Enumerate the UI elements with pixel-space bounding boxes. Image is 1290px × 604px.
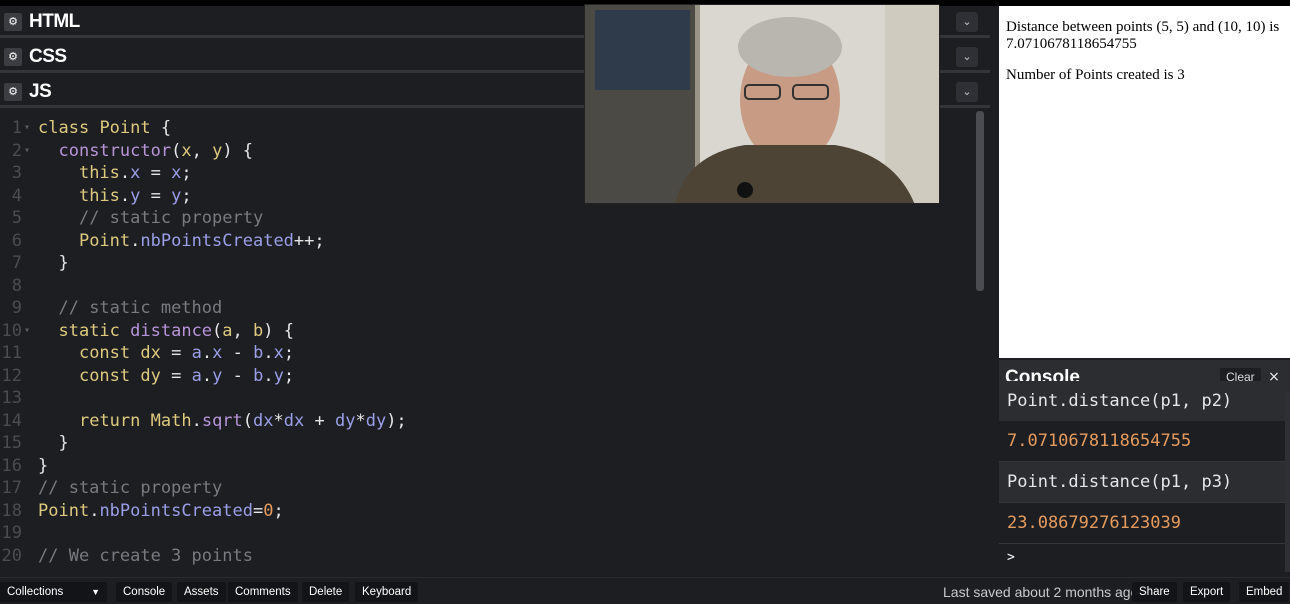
line-number: 13 xyxy=(1,388,22,408)
line-number: 8 xyxy=(11,275,22,296)
footer-bar: Collections ▼ Console Assets Comments De… xyxy=(0,577,1290,604)
line-number: 3 xyxy=(11,163,22,183)
code-text[interactable]: } xyxy=(38,432,68,454)
console-entry-input: Point.distance(p1, p3) xyxy=(999,462,1285,503)
code-text[interactable]: } xyxy=(38,455,48,477)
code-text[interactable]: } xyxy=(38,252,68,274)
code-text[interactable]: static distance(a, b) { xyxy=(38,320,294,342)
code-line[interactable]: 11 const dx = a.x - b.x; xyxy=(0,342,978,364)
webcam-video xyxy=(584,4,940,204)
console-panel: Console Clear × Point.distance(p1, p2) 7… xyxy=(999,360,1290,572)
line-number: 17 xyxy=(1,478,22,498)
code-text[interactable]: Point.nbPointsCreated++; xyxy=(38,230,325,252)
line-number: 5 xyxy=(11,208,22,228)
html-collapse-chevron-icon[interactable]: ⌄ xyxy=(956,12,978,32)
css-collapse-chevron-icon[interactable]: ⌄ xyxy=(956,47,978,67)
console-prompt-input[interactable]: > xyxy=(1007,550,1015,565)
comments-button[interactable]: Comments xyxy=(228,582,298,602)
line-number: 20 xyxy=(1,545,22,566)
code-line[interactable]: 12 const dy = a.y - b.y; xyxy=(0,365,978,387)
code-line[interactable]: 8 xyxy=(0,275,978,297)
code-text[interactable]: this.y = y; xyxy=(38,185,192,207)
code-line[interactable]: 7 } xyxy=(0,252,978,274)
code-line[interactable]: 16} xyxy=(0,455,978,477)
code-text[interactable]: const dx = a.x - b.x; xyxy=(38,342,294,364)
code-text[interactable]: Point.nbPointsCreated=0; xyxy=(38,500,284,522)
code-line[interactable]: 5 // static property xyxy=(0,207,978,229)
console-button[interactable]: Console xyxy=(116,582,173,602)
console-entry-input: Point.distance(p1, p2) xyxy=(999,381,1285,422)
console-scrollbar[interactable] xyxy=(1285,393,1290,572)
line-number: 6 xyxy=(11,230,22,251)
code-text[interactable]: // static method xyxy=(38,297,222,319)
code-text[interactable]: // static property xyxy=(38,477,222,499)
fold-arrow-icon[interactable]: ▾ xyxy=(24,117,30,139)
collections-dropdown[interactable]: Collections ▼ xyxy=(0,582,107,602)
last-saved-status: Last saved about 2 months ago xyxy=(943,584,1139,600)
dropdown-caret-icon: ▼ xyxy=(91,587,100,597)
console-entry-output: 23.08679276123039 xyxy=(999,503,1285,544)
line-number: 19 xyxy=(1,523,22,543)
delete-button[interactable]: Delete xyxy=(302,582,350,602)
js-collapse-chevron-icon[interactable]: ⌄ xyxy=(956,82,978,102)
code-text[interactable]: // We create 3 points xyxy=(38,545,253,567)
code-line[interactable]: 18 Point.nbPointsCreated=0; xyxy=(0,500,978,522)
fold-arrow-icon[interactable]: ▾ xyxy=(24,140,30,162)
css-editor-title: CSS xyxy=(29,46,67,67)
code-text[interactable]: const dy = a.y - b.y; xyxy=(38,365,294,387)
line-number: 9 xyxy=(11,298,22,318)
line-number: 10 xyxy=(1,320,22,341)
html-settings-gear-icon[interactable]: ⚙ xyxy=(4,13,22,31)
code-line[interactable]: 19 xyxy=(0,522,978,544)
line-number: 12 xyxy=(1,365,22,386)
presenter-image xyxy=(585,5,939,203)
export-button[interactable]: Export xyxy=(1183,582,1231,602)
js-settings-gear-icon[interactable]: ⚙ xyxy=(4,83,22,101)
embed-button[interactable]: Embed xyxy=(1239,582,1290,602)
preview-output: Distance between points (5, 5) and (10, … xyxy=(999,6,1290,358)
line-number: 7 xyxy=(11,253,22,273)
code-text[interactable]: class Point { xyxy=(38,117,171,139)
line-number: 4 xyxy=(11,185,22,206)
code-line[interactable]: 15 } xyxy=(0,432,978,454)
code-text[interactable]: this.x = x; xyxy=(38,162,192,184)
line-number: 2 xyxy=(11,140,22,161)
html-editor-title: HTML xyxy=(29,11,80,32)
line-number: 18 xyxy=(1,500,22,521)
collections-label: Collections xyxy=(7,586,64,598)
code-line[interactable]: 10 ▾ static distance(a, b) { xyxy=(0,320,978,342)
preview-distance-text: Distance between points (5, 5) and (10, … xyxy=(1006,19,1280,52)
code-text[interactable]: return Math.sqrt(dx*dx + dy*dy); xyxy=(38,410,407,432)
line-number: 14 xyxy=(1,410,22,431)
js-editor-title: JS xyxy=(29,81,52,102)
keyboard-button[interactable]: Keyboard xyxy=(355,582,419,602)
css-settings-gear-icon[interactable]: ⚙ xyxy=(4,48,22,66)
code-text[interactable]: constructor(x, y) { xyxy=(38,140,253,162)
fold-arrow-icon[interactable]: ▾ xyxy=(24,320,30,342)
console-entry-output: 7.0710678118654755 xyxy=(999,421,1285,462)
line-number: 11 xyxy=(1,343,22,363)
code-line[interactable]: 9 // static method xyxy=(0,297,978,319)
code-scrollbar[interactable] xyxy=(976,111,984,291)
share-button[interactable]: Share xyxy=(1132,582,1177,602)
code-line[interactable]: 14 return Math.sqrt(dx*dx + dy*dy); xyxy=(0,410,978,432)
line-number: 15 xyxy=(1,433,22,453)
code-line[interactable]: 13 xyxy=(0,387,978,409)
line-number: 16 xyxy=(1,455,22,476)
preview-count-text: Number of Points created is 3 xyxy=(1006,67,1185,83)
code-line[interactable]: 6 Point.nbPointsCreated++; xyxy=(0,230,978,252)
code-text[interactable]: // static property xyxy=(38,207,263,229)
assets-button[interactable]: Assets xyxy=(177,582,226,602)
code-line[interactable]: 17 // static property xyxy=(0,477,978,499)
line-number: 1 xyxy=(11,118,22,138)
code-line[interactable]: 20 // We create 3 points xyxy=(0,545,978,567)
